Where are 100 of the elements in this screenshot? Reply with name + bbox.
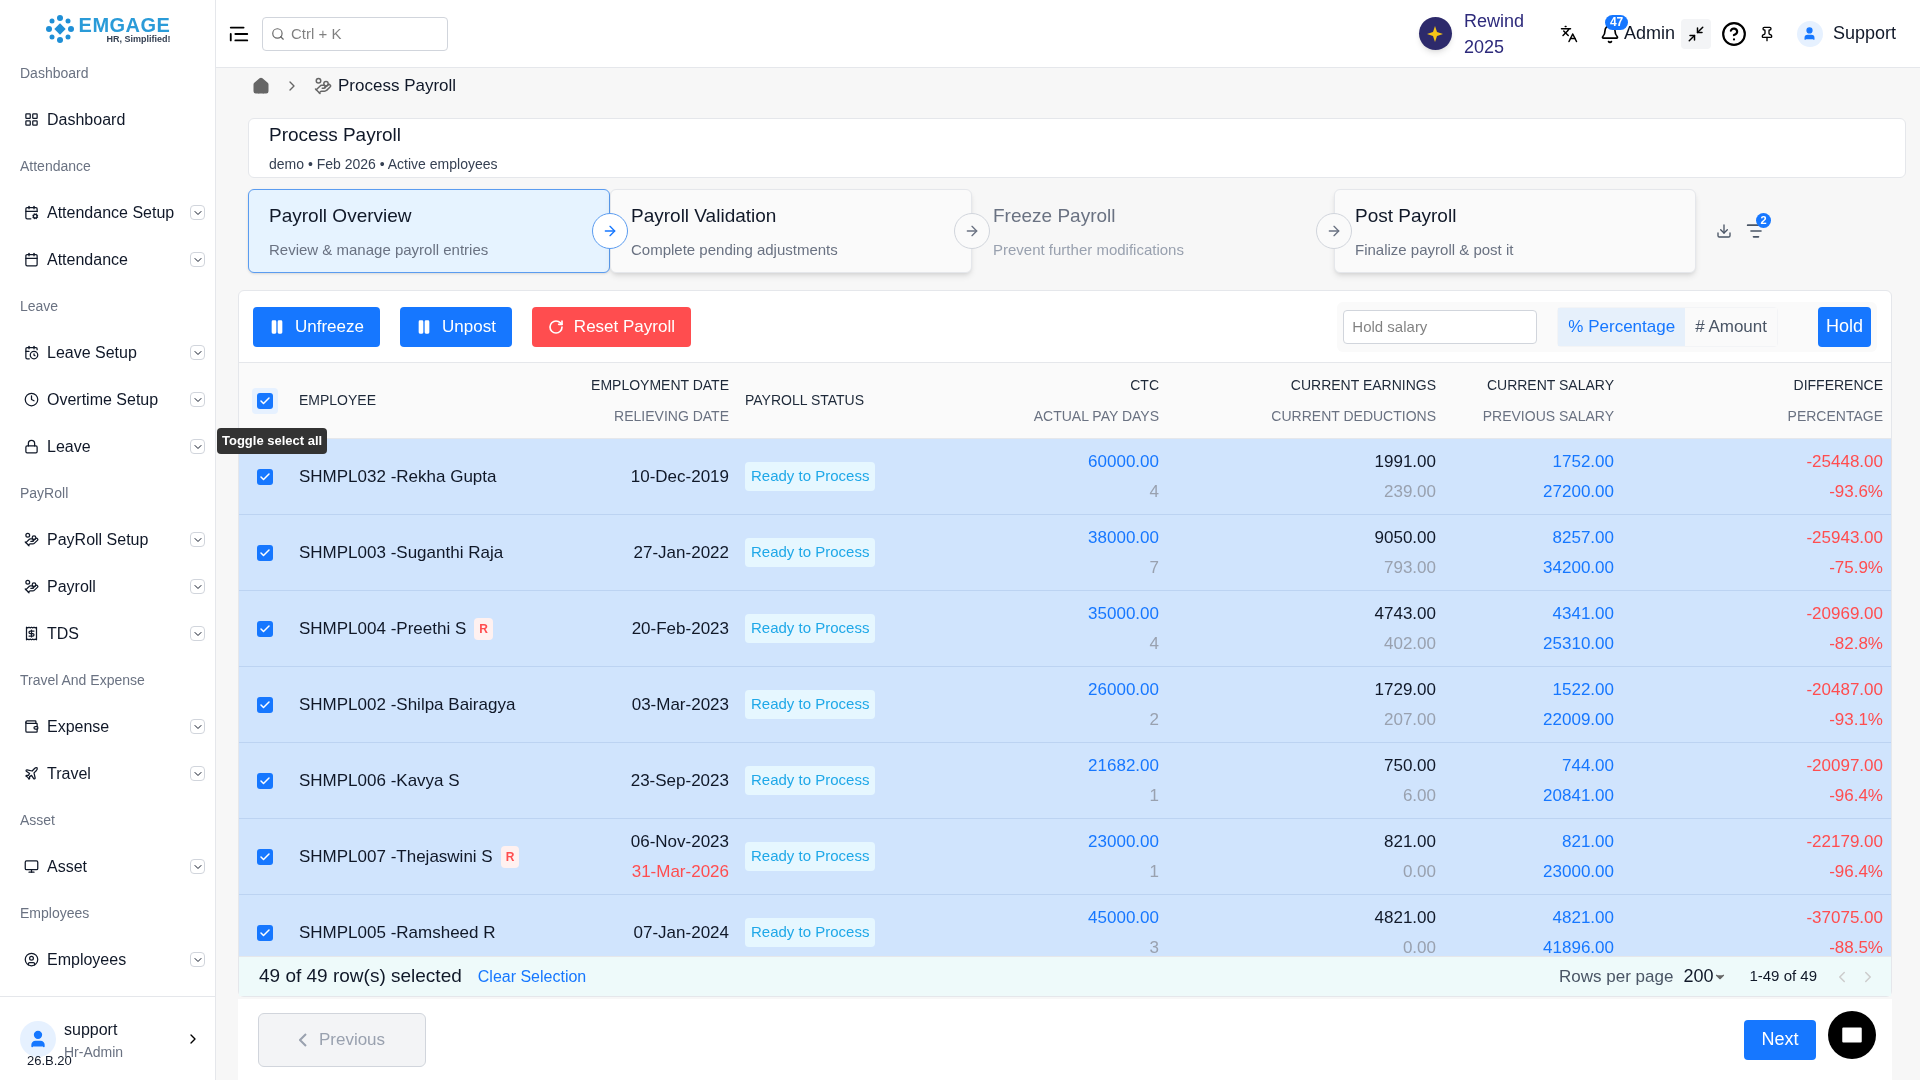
wallet-icon [24, 719, 39, 734]
table-cell-text: -25448.00 [1806, 451, 1883, 473]
table-cell-text: 4 [1149, 480, 1159, 503]
table-cell-text: SHMPL006 -Kavya S [299, 769, 460, 792]
chevron-down-icon[interactable] [190, 205, 205, 220]
nav-item[interactable]: Asset [0, 843, 215, 890]
section-label: Travel And Expense [20, 670, 145, 690]
rows-per-page-select[interactable]: 200 [1683, 963, 1728, 990]
rewind-label[interactable]: Rewind [1463, 7, 1524, 34]
chevron-down-icon[interactable] [190, 859, 205, 874]
avatar-icon [20, 1020, 56, 1057]
table-cell-text: SHMPL005 -Ramsheed R [299, 921, 496, 944]
table-row[interactable]: SHMPL007 -Thejaswini S R 06-Nov-2023 31-Mar-2026 Ready to Process 23000.00 1 821.00 0.00 821.00 23000.00 -22179.00 -96.4% [239, 819, 1891, 895]
check-icon [259, 774, 271, 787]
next-button[interactable]: Next [1744, 1019, 1816, 1060]
nav-item[interactable]: TDS [0, 610, 215, 657]
nav-item[interactable]: Leave Setup [0, 329, 215, 376]
grid-icon [24, 112, 39, 127]
column-header: CTC [1130, 375, 1159, 395]
breadcrumb-current: Process Payroll [338, 75, 457, 98]
star-avatar-icon[interactable] [1418, 17, 1452, 50]
table-row[interactable]: SHMPL005 -Ramsheed R 07-Jan-2024 Ready to Process 45000.00 3 4821.00 0.00 4821.00 41896.00 -37075.00 -88.5% [239, 895, 1891, 956]
checkbox[interactable] [257, 392, 273, 409]
section-label: Asset [20, 810, 55, 830]
chevron-down-icon[interactable] [190, 766, 205, 781]
check-icon [259, 470, 271, 483]
nav-item[interactable]: Dashboard [0, 96, 215, 143]
checkbox[interactable] [257, 924, 273, 941]
status-tag: Ready to Process [745, 614, 876, 643]
checkbox[interactable] [257, 772, 273, 789]
table-cell-text: 34200.00 [1543, 556, 1614, 579]
user-avatar-icon[interactable] [1796, 20, 1823, 47]
table-cell-text: 821.00 [1562, 831, 1614, 853]
table-cell-text: 21682.00 [1088, 755, 1159, 777]
table-row[interactable]: SHMPL003 -Suganthi Raja 27-Jan-2022 Ready to Process 38000.00 7 9050.00 793.00 8257.00 34200.00 -25943.00 -75.9% [239, 515, 1891, 591]
chevron-down-icon[interactable] [190, 626, 205, 641]
mail-button[interactable] [1828, 1011, 1876, 1059]
calendar-clock-icon [24, 345, 39, 360]
table-cell-text: 1729.00 [1374, 679, 1436, 701]
nav-item[interactable]: Expense [0, 703, 215, 750]
table-cell-text: 25310.00 [1543, 632, 1614, 655]
column-subheader: RELIEVING DATE [614, 406, 729, 426]
search-field[interactable]: Ctrl + K [262, 16, 448, 51]
download-icon[interactable] [1716, 223, 1732, 239]
step-card[interactable]: Payroll Validation Complete pending adjustments [610, 189, 972, 273]
status-tag: Ready to Process [745, 842, 876, 871]
nav-item[interactable]: Leave [0, 423, 215, 470]
coin-hand-icon [24, 579, 39, 594]
checkbox[interactable] [257, 696, 273, 713]
translate-icon[interactable] [1559, 24, 1578, 43]
hold-salary-field[interactable]: Hold salary [1343, 309, 1538, 344]
help-icon[interactable] [1720, 20, 1747, 47]
nav-item[interactable]: PayRoll Setup [0, 516, 215, 563]
minimize-icon[interactable] [1680, 18, 1711, 49]
monitor-icon [24, 859, 39, 874]
chevron-down-icon[interactable] [190, 439, 205, 454]
chevron-down-icon[interactable] [190, 392, 205, 407]
table-cell-text: -93.6% [1829, 480, 1883, 503]
chevron-down-icon[interactable] [190, 719, 205, 734]
chevron-down-icon[interactable] [190, 345, 205, 360]
search-icon [271, 26, 285, 41]
step-card[interactable]: Post Payroll Finalize payroll & post it [1334, 189, 1696, 273]
user-panel[interactable]: support Hr-Admin 26.B.20 [0, 996, 215, 1080]
column-header: EMPLOYEE [299, 391, 377, 410]
home-icon[interactable] [252, 77, 270, 95]
page-title: Process Payroll [269, 123, 402, 148]
user-name[interactable]: Support [1832, 20, 1896, 47]
nav-item[interactable]: Overtime Setup [0, 376, 215, 423]
table-cell-text: 20-Feb-2023 [631, 617, 729, 640]
mode-toggle[interactable]: % Percentage [1558, 307, 1686, 346]
checkbox[interactable] [257, 620, 273, 637]
rewind-label[interactable]: 2025 [1463, 33, 1524, 60]
clear-selection-link[interactable]: Clear Selection [477, 964, 587, 989]
check-icon [259, 394, 271, 407]
step-card[interactable]: Payroll Overview Review & manage payroll entries [248, 189, 610, 273]
chevron-down-icon[interactable] [190, 532, 205, 547]
action-button[interactable]: Unpost [400, 306, 512, 347]
chevron-down-icon[interactable] [190, 952, 205, 967]
nav-item[interactable]: Attendance Setup [0, 189, 215, 236]
nav-item[interactable]: Attendance [0, 236, 215, 283]
checkbox[interactable] [257, 468, 273, 485]
table-row[interactable]: SHMPL006 -Kavya S 23-Sep-2023 Ready to Process 21682.00 1 750.00 6.00 744.00 20841.00 -20097.00 -96.4% [239, 743, 1891, 819]
table-row[interactable]: SHMPL004 -Preethi S R 20-Feb-2023 Ready to Process 35000.00 4 4743.00 402.00 4341.00 25310.00 -20969.00 -82.8% [239, 591, 1891, 667]
chevron-down-icon[interactable] [190, 252, 205, 267]
nav-item[interactable]: Travel [0, 750, 215, 797]
table-cell-text: 10-Dec-2019 [630, 465, 729, 488]
hold-button[interactable]: Hold [1817, 306, 1871, 347]
checkbox[interactable] [257, 848, 273, 865]
nav-item[interactable]: Payroll [0, 563, 215, 610]
table-row[interactable]: SHMPL002 -Shilpa Bairagya 03-Mar-2023 Ready to Process 26000.00 2 1729.00 207.00 1522.00 22009.00 -20487.00 -93.1% [239, 667, 1891, 743]
table-cell-text: -96.4% [1829, 860, 1883, 883]
table-cell-text: 06-Nov-2023 [630, 831, 729, 853]
clock-icon [24, 392, 39, 407]
checkbox[interactable] [257, 544, 273, 561]
chevron-down-icon[interactable] [190, 579, 205, 594]
check-icon [259, 850, 271, 863]
logo-name: EMGAGE [78, 14, 171, 35]
nav-item[interactable]: Employees [0, 936, 215, 983]
step-subtitle: Review & manage payroll entries [269, 239, 490, 260]
action-button[interactable]: Unfreeze [253, 306, 380, 347]
